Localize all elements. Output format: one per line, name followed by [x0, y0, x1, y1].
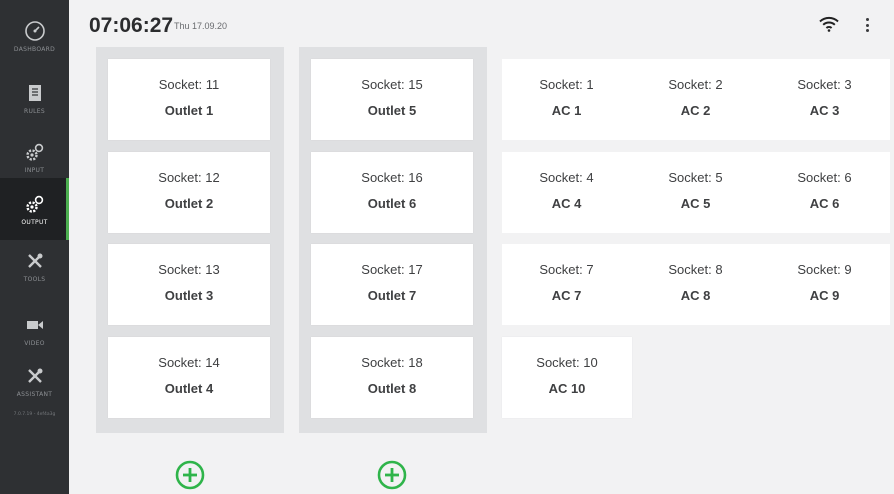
ac-socket-card[interactable]: Socket: 7 AC 7 [502, 244, 631, 325]
sidebar-item-label: VIDEO [24, 339, 45, 347]
sidebar-item-label: OUTPUT [21, 218, 48, 226]
sidebar-item-label: TOOLS [23, 275, 46, 283]
sidebar-item-dashboard[interactable]: DASHBOARD [0, 5, 69, 67]
outlet-name: Outlet 4 [164, 381, 214, 396]
ac-name: AC 2 [680, 103, 711, 118]
sidebar: DASHBOARD RULES INPUT OUTPUT TOOLS VIDEO [0, 0, 69, 494]
ac-socket-card[interactable]: Socket: 9 AC 9 [760, 244, 889, 325]
sidebar-item-label: ASSISTANT [16, 390, 53, 398]
ac-row: Socket: 1 AC 1 Socket: 2 AC 2 Socket: 3 … [502, 59, 890, 140]
ac-name: AC 7 [551, 288, 582, 303]
outlet-name: Outlet 2 [164, 196, 214, 211]
socket-label: Socket: 3 [797, 77, 852, 92]
sidebar-item-tools[interactable]: TOOLS [0, 235, 69, 297]
gauge-icon [24, 20, 46, 42]
dot [865, 29, 869, 32]
outlet-card[interactable]: Socket: 14 Outlet 4 [108, 337, 270, 418]
wifi-icon [819, 16, 839, 32]
sidebar-item-label: RULES [23, 107, 45, 115]
socket-label: Socket: 6 [797, 170, 852, 185]
socket-label: Socket: 18 [361, 355, 423, 370]
socket-label: Socket: 13 [158, 262, 220, 277]
socket-label: Socket: 5 [668, 170, 723, 185]
ac-name: AC 10 [548, 381, 586, 396]
clock-time: 07:06:27 [89, 14, 174, 37]
socket-label: Socket: 17 [361, 262, 423, 277]
document-icon [24, 82, 46, 104]
tools-icon [24, 250, 46, 272]
ac-socket-card[interactable]: Socket: 8 AC 8 [631, 244, 760, 325]
ac-name: AC 8 [680, 288, 711, 303]
socket-label: Socket: 12 [158, 170, 220, 185]
assistant-tools-icon [24, 365, 46, 387]
ac-name: AC 9 [809, 288, 840, 303]
socket-label: Socket: 15 [361, 77, 423, 92]
cog-input-icon [24, 141, 46, 163]
socket-label: Socket: 7 [539, 262, 594, 277]
ac-socket-card[interactable]: Socket: 3 AC 3 [760, 59, 889, 140]
outlet-name: Outlet 3 [164, 288, 214, 303]
video-camera-icon [24, 314, 46, 336]
socket-label: Socket: 11 [158, 77, 220, 92]
ac-socket-card[interactable]: Socket: 6 AC 6 [760, 152, 889, 233]
sidebar-item-output[interactable]: OUTPUT [0, 178, 69, 240]
socket-label: Socket: 16 [361, 170, 423, 185]
ac-socket-card[interactable]: Socket: 5 AC 5 [631, 152, 760, 233]
version-text: 7.0.7.19 - 4ef4a3g [13, 412, 56, 417]
ac-name: AC 5 [680, 196, 711, 211]
ac-row: Socket: 4 AC 4 Socket: 5 AC 5 Socket: 6 … [502, 152, 890, 233]
ac-socket-card[interactable]: Socket: 2 AC 2 [631, 59, 760, 140]
outlet-name: Outlet 5 [367, 103, 417, 118]
socket-label: Socket: 4 [539, 170, 594, 185]
outlet-name: Outlet 8 [367, 381, 417, 396]
add-outlet-button[interactable] [175, 460, 205, 490]
clock-date: Thu 17.09.20 [174, 21, 228, 31]
outlet-name: Outlet 1 [164, 103, 214, 118]
add-outlet-button[interactable] [377, 460, 407, 490]
more-menu-icon[interactable] [862, 16, 872, 34]
socket-label: Socket: 10 [536, 355, 598, 370]
dot [865, 18, 869, 21]
outlet-name: Outlet 7 [367, 288, 417, 303]
socket-label: Socket: 14 [158, 355, 220, 370]
socket-label: Socket: 2 [668, 77, 723, 92]
dot [865, 23, 869, 27]
ac-name: AC 1 [551, 103, 582, 118]
cog-output-icon [24, 193, 46, 215]
outlet-card[interactable]: Socket: 16 Outlet 6 [311, 152, 473, 233]
outlet-card[interactable]: Socket: 15 Outlet 5 [311, 59, 473, 140]
ac-socket-card[interactable]: Socket: 1 AC 1 [502, 59, 631, 140]
outlet-card[interactable]: Socket: 11 Outlet 1 [108, 59, 270, 140]
ac-socket-card[interactable]: Socket: 10 AC 10 [502, 337, 632, 418]
outlet-card[interactable]: Socket: 18 Outlet 8 [311, 337, 473, 418]
sidebar-item-label: DASHBOARD [13, 45, 56, 53]
sidebar-item-rules[interactable]: RULES [0, 67, 69, 129]
outlet-name: Outlet 6 [367, 196, 417, 211]
outlet-group-1: Socket: 11 Outlet 1 Socket: 12 Outlet 2 … [96, 47, 284, 433]
ac-socket-card[interactable]: Socket: 4 AC 4 [502, 152, 631, 233]
ac-row: Socket: 7 AC 7 Socket: 8 AC 8 Socket: 9 … [502, 244, 890, 325]
sidebar-item-assistant[interactable]: ASSISTANT [0, 350, 69, 412]
socket-label: Socket: 9 [797, 262, 852, 277]
socket-label: Socket: 8 [668, 262, 723, 277]
ac-name: AC 3 [809, 103, 840, 118]
outlet-card[interactable]: Socket: 17 Outlet 7 [311, 244, 473, 325]
outlet-group-2: Socket: 15 Outlet 5 Socket: 16 Outlet 6 … [299, 47, 487, 433]
sidebar-item-label: INPUT [24, 166, 45, 174]
socket-label: Socket: 1 [539, 77, 594, 92]
outlet-card[interactable]: Socket: 13 Outlet 3 [108, 244, 270, 325]
ac-name: AC 6 [809, 196, 840, 211]
ac-name: AC 4 [551, 196, 582, 211]
outlet-card[interactable]: Socket: 12 Outlet 2 [108, 152, 270, 233]
